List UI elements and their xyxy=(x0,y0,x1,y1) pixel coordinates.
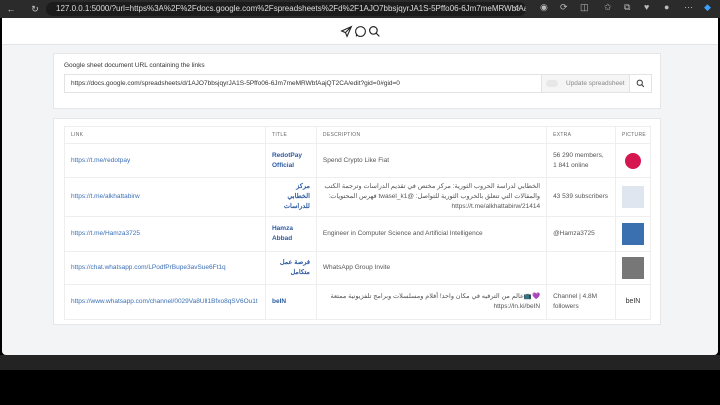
title-cell: مركز الخطابي للدراسات xyxy=(264,177,317,217)
update-label: Update spreadsheet xyxy=(566,80,625,87)
page: Google sheet document URL containing the… xyxy=(2,18,718,355)
link-cell: https://t.me/redotpay xyxy=(64,143,266,178)
description-cell: Engineer in Computer Science and Artific… xyxy=(315,216,548,252)
back-icon[interactable]: ← xyxy=(4,4,18,14)
picture-cell xyxy=(614,177,652,217)
reload-icon[interactable]: ↻ xyxy=(28,4,42,15)
bein-logo: beIN xyxy=(621,291,644,313)
address-bar[interactable]: 127.0.0.1:5000/?url=https%3A%2F%2Fdocs.g… xyxy=(46,2,526,16)
profile-icon[interactable]: ● xyxy=(664,2,669,12)
search-icon[interactable] xyxy=(368,25,381,38)
browser-toolbar: ← ↻ 127.0.0.1:5000/?url=https%3A%2F%2Fdo… xyxy=(0,0,720,18)
title-cell: beIN xyxy=(264,284,317,320)
telegram-icon[interactable] xyxy=(339,25,353,38)
search-button[interactable] xyxy=(629,75,651,92)
header-title: TITLE xyxy=(264,126,317,144)
top-nav xyxy=(2,18,718,45)
extra-cell: @Hamza3725 xyxy=(546,216,616,252)
sheet-form: Google sheet document URL containing the… xyxy=(53,53,661,109)
star-icon[interactable]: ☆ xyxy=(513,2,520,16)
update-spreadsheet-toggle[interactable]: Update spreadsheet xyxy=(541,75,629,92)
table-row: https://www.whatsapp.com/channel/0029Va8… xyxy=(64,284,652,320)
redotpay-logo xyxy=(624,152,641,169)
table-row: https://t.me/Hamza3725 Hamza Abbad Engin… xyxy=(64,216,652,252)
link-cell: https://t.me/Hamza3725 xyxy=(64,216,266,252)
picture-cell xyxy=(614,251,652,285)
taskbar xyxy=(0,355,720,370)
search-icon xyxy=(636,79,645,88)
description-cell: Spend Crypto Like Fiat xyxy=(315,143,548,178)
title-cell: RedotPay Official xyxy=(264,143,317,178)
table-row: https://t.me/redotpay RedotPay Official … xyxy=(64,143,652,178)
extra-cell: 43 539 subscribers xyxy=(546,177,616,217)
header-link: LINK xyxy=(64,126,266,144)
description-cell: WhatsApp Group Invite xyxy=(315,251,548,285)
split-view-icon[interactable]: ◫ xyxy=(580,2,589,13)
sheet-url-input[interactable]: https://docs.google.com/spreadsheets/d/1… xyxy=(64,74,652,93)
table-row: https://chat.whatsapp.com/LPodfPrBupe3av… xyxy=(64,251,652,285)
more-icon[interactable]: ⋯ xyxy=(684,2,693,13)
links-table-card: LINK TITLE DESCRIPTION EXTRA PICTURE htt… xyxy=(53,118,661,325)
header-description: DESCRIPTION xyxy=(315,126,548,144)
link[interactable]: https://t.me/alkhattabirw xyxy=(71,192,259,202)
link-cell: https://www.whatsapp.com/channel/0029Va8… xyxy=(64,284,266,320)
links-table: LINK TITLE DESCRIPTION EXTRA PICTURE htt… xyxy=(64,126,652,320)
link-cell: https://t.me/alkhattabirw xyxy=(64,177,266,217)
extra-cell: Channel | 4.8M followers xyxy=(546,284,616,320)
extra-cell: 56 290 members, 1 841 online xyxy=(546,143,616,178)
url-label: Google sheet document URL containing the… xyxy=(64,62,205,69)
link[interactable]: https://t.me/redotpay xyxy=(71,156,259,166)
avatar-photo xyxy=(621,223,644,245)
table-header: LINK TITLE DESCRIPTION EXTRA PICTURE xyxy=(64,126,652,144)
picture-cell xyxy=(614,143,652,178)
link[interactable]: https://chat.whatsapp.com/LPodfPrBupe3av… xyxy=(71,263,259,273)
link[interactable]: https://www.whatsapp.com/channel/0029Va8… xyxy=(71,297,259,307)
extra-cell xyxy=(546,251,616,285)
table-row: https://t.me/alkhattabirw مركز الخطابي ل… xyxy=(64,177,652,217)
extension-icon[interactable]: ◉ xyxy=(540,2,548,13)
whatsapp-icon[interactable] xyxy=(354,25,367,38)
calligraphy-logo xyxy=(621,186,644,208)
heart-icon[interactable]: ♥ xyxy=(644,2,649,12)
picture-cell: beIN xyxy=(614,284,652,320)
extension-icon[interactable]: ⟳ xyxy=(560,2,568,13)
link[interactable]: https://t.me/Hamza3725 xyxy=(71,229,259,239)
description-cell: الخطابي لدراسة الحروب الثورية: مركز مختص… xyxy=(315,177,548,217)
copilot-icon[interactable]: ◆ xyxy=(704,2,711,13)
header-extra: EXTRA xyxy=(546,126,616,144)
title-cell: فرصة عمل متكامل xyxy=(264,251,317,285)
description-cell: 💜📺عالم من الترفيه في مكان واحد! أفلام وم… xyxy=(315,284,548,320)
collections-icon[interactable]: ⧉ xyxy=(624,2,630,13)
picture-cell xyxy=(614,216,652,252)
group-photo xyxy=(621,257,644,279)
url-value: https://docs.google.com/spreadsheets/d/1… xyxy=(71,80,400,87)
favorites-icon[interactable]: ✩ xyxy=(604,2,612,13)
title-cell: Hamza Abbad xyxy=(264,216,317,252)
header-picture: PICTURE xyxy=(614,126,652,144)
toggle-switch[interactable] xyxy=(546,80,558,87)
url-text: 127.0.0.1:5000/?url=https%3A%2F%2Fdocs.g… xyxy=(56,4,526,13)
link-cell: https://chat.whatsapp.com/LPodfPrBupe3av… xyxy=(64,251,266,285)
